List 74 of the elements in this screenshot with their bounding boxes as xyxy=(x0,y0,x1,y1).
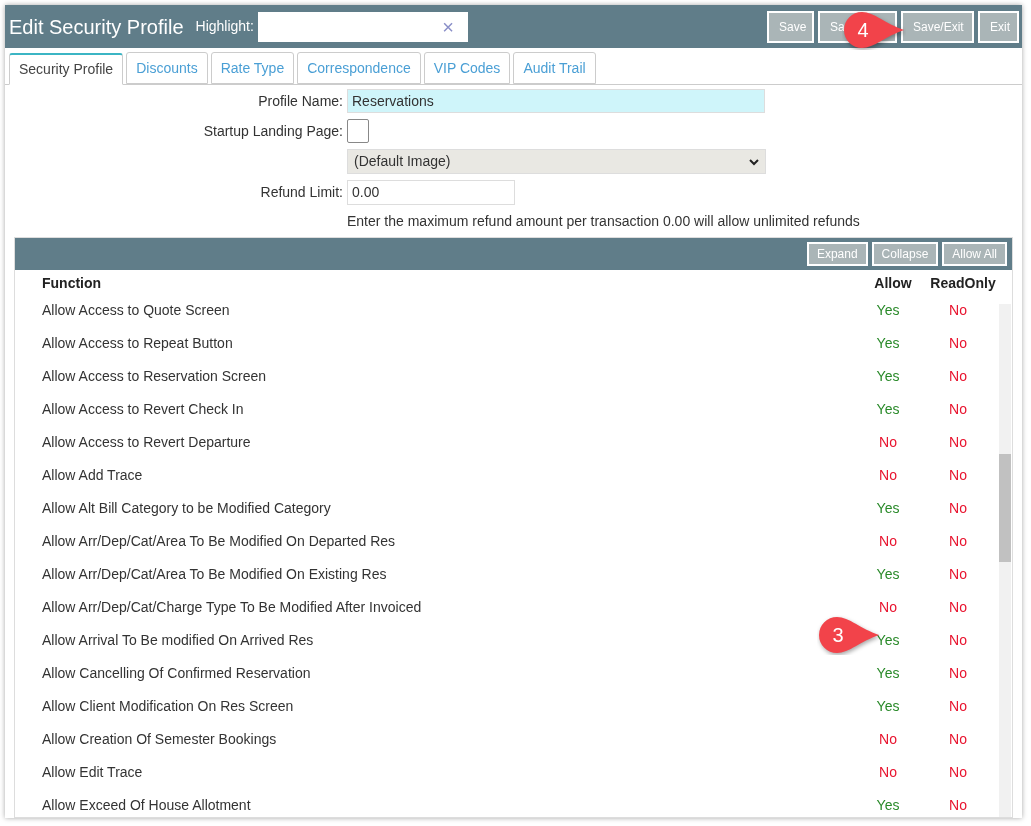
permission-value[interactable]: No xyxy=(949,533,967,549)
permission-value[interactable]: Yes xyxy=(876,335,900,351)
permission-value[interactable]: Yes xyxy=(876,698,900,714)
field-label: Profile Name: xyxy=(257,91,343,111)
column-header: ReadOnly xyxy=(930,275,996,291)
callout-number: 3 xyxy=(831,623,845,648)
function-name: Allow Arr/Dep/Cat/Charge Type To Be Modified After Invoiced xyxy=(42,599,422,615)
permission-value[interactable]: Yes xyxy=(876,665,900,681)
permission-value[interactable]: No xyxy=(949,698,967,714)
function-name: Allow Creation Of Semester Bookings xyxy=(42,731,277,747)
permission-value[interactable]: No xyxy=(879,599,897,615)
permission-value[interactable]: No xyxy=(879,533,897,549)
function-name: Allow Access to Repeat Button xyxy=(42,335,233,351)
permission-value[interactable]: No xyxy=(949,467,967,483)
function-name: Allow Arr/Dep/Cat/Area To Be Modified On Existing Res xyxy=(42,566,387,582)
tab[interactable]: Audit Trail xyxy=(513,52,596,84)
permission-value[interactable]: No xyxy=(879,764,897,780)
scrollbar-thumb[interactable] xyxy=(999,454,1011,562)
permission-value[interactable]: No xyxy=(949,434,967,450)
permission-value[interactable]: Yes xyxy=(876,632,900,648)
function-name: Allow Edit Trace xyxy=(42,764,143,780)
permission-value[interactable]: No xyxy=(949,665,967,681)
tab[interactable]: Security Profile xyxy=(9,53,124,85)
function-name: Allow Cancelling Of Confirmed Reservation xyxy=(42,665,311,681)
permission-value[interactable]: No xyxy=(949,731,967,747)
permission-value[interactable]: Yes xyxy=(876,797,900,813)
permission-value[interactable]: Yes xyxy=(876,566,900,582)
function-name: Allow Access to Reservation Screen xyxy=(42,368,267,384)
tab[interactable]: Correspondence xyxy=(297,52,421,84)
function-name: Allow Alt Bill Category to be Modified Category xyxy=(42,500,331,516)
scrollbar[interactable] xyxy=(999,304,1011,817)
callout-number: 4 xyxy=(856,18,870,43)
image-select[interactable]: (Default Image) xyxy=(347,149,766,174)
permission-value[interactable]: No xyxy=(949,797,967,813)
permission-value[interactable]: No xyxy=(949,500,967,516)
field-label: Startup Landing Page: xyxy=(202,121,343,141)
permission-value[interactable]: No xyxy=(949,566,967,582)
function-name: Allow Exceed Of House Allotment xyxy=(42,797,251,813)
window-title: Edit Security Profile xyxy=(9,14,184,40)
refund-limit-field[interactable]: 0.00 xyxy=(347,180,515,205)
field-label: Refund Limit: xyxy=(259,183,343,202)
permission-value[interactable]: No xyxy=(949,632,967,648)
column-header: Function xyxy=(42,274,103,293)
function-name: Allow Arrival To Be modified On Arrived Res xyxy=(42,632,314,648)
function-name: Allow Add Trace xyxy=(42,467,143,483)
permission-value[interactable]: No xyxy=(949,335,967,351)
tab[interactable]: Rate Type xyxy=(210,52,295,84)
column-header: Allow xyxy=(874,275,912,291)
function-name: Allow Arr/Dep/Cat/Area To Be Modified On Departed Res xyxy=(42,533,396,549)
highlight-label: Highlight: xyxy=(195,17,254,36)
function-name: Allow Access to Quote Screen xyxy=(42,302,230,318)
permission-value[interactable]: Yes xyxy=(876,368,900,384)
permission-value[interactable]: No xyxy=(879,467,897,483)
profile-name-field[interactable]: Reservations xyxy=(347,89,765,113)
permission-value[interactable]: No xyxy=(949,302,967,318)
function-name: Allow Client Modification On Res Screen xyxy=(42,698,294,714)
permission-value[interactable]: No xyxy=(949,599,967,615)
function-name: Allow Access to Revert Check In xyxy=(42,401,244,417)
checkbox[interactable] xyxy=(347,119,369,143)
permission-value[interactable]: Yes xyxy=(876,302,900,318)
permission-value[interactable]: Yes xyxy=(876,500,900,516)
tab[interactable]: Discounts xyxy=(126,52,208,84)
tab[interactable]: VIP Codes xyxy=(423,52,511,84)
highlight-field[interactable]: × xyxy=(257,11,468,42)
function-name: Allow Access to Revert Departure xyxy=(42,434,251,450)
permission-value[interactable]: No xyxy=(949,764,967,780)
help-text: Enter the maximum refund amount per transaction 0.00 will allow unlimited refunds xyxy=(347,212,860,231)
permission-value[interactable]: No xyxy=(879,731,897,747)
permission-value[interactable]: No xyxy=(949,368,967,384)
chevron-down-icon xyxy=(749,157,759,166)
clear-button[interactable]: × xyxy=(442,16,454,37)
permission-value[interactable]: No xyxy=(879,434,897,450)
permission-value[interactable]: No xyxy=(949,401,967,417)
permission-value[interactable]: Yes xyxy=(876,401,900,417)
